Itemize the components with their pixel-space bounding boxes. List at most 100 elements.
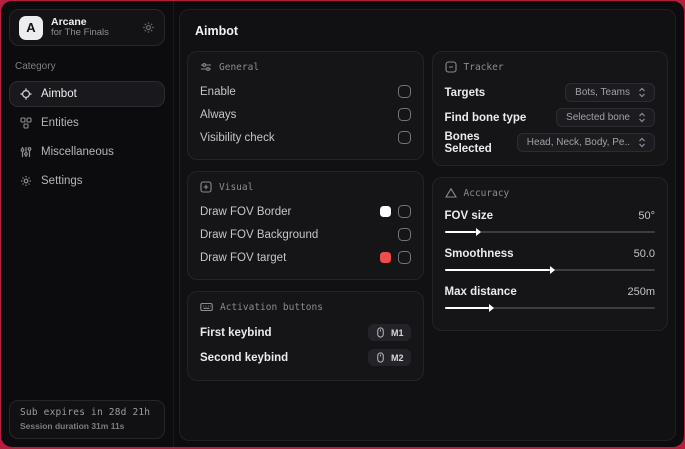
visibility-check-checkbox[interactable] [397,131,411,144]
setting-row-second-keybind: Second keybind M2 [200,345,411,370]
gear-icon [20,175,32,187]
main-panel: Aimbot General Enable Always Visibility … [179,9,676,441]
fov-size-value: 50° [638,210,655,222]
accuracy-card-header: Accuracy [444,187,656,199]
bones-selected-dropdown[interactable]: Head, Neck, Body, Pe.. [516,133,655,152]
sidebar: A Arcane for The Finals Category Aimbot … [1,1,174,447]
second-keybind-button[interactable]: M2 [367,349,411,366]
sub-expiry-text: Sub expires in 28d 21h [20,407,151,418]
app-subtitle: for The Finals [51,27,109,39]
setting-row-visibility-check: Visibility check [200,126,411,149]
section-title: General [219,61,260,73]
setting-label: Second keybind [200,351,289,364]
setting-label: Targets [444,86,486,99]
sidebar-item-aimbot[interactable]: Aimbot [9,81,165,107]
smoothness-value: 50.0 [633,248,655,260]
setting-row-find-bone-type: Find bone type Selected bone [444,105,655,130]
right-column: Tracker Targets Bots, Teams Find bone ty… [431,51,668,392]
card-columns: General Enable Always Visibility check V… [187,51,668,392]
targets-dropdown[interactable]: Bots, Teams [565,83,655,102]
setting-row-targets: Targets Bots, Teams [444,80,655,105]
category-label: Category [15,61,56,72]
crosshair-icon [20,88,32,100]
fov-target-color-swatch[interactable] [379,252,391,263]
setting-row-max-distance: Max distance 250m [444,282,655,312]
general-card: General Enable Always Visibility check [187,51,424,160]
tracker-card-header: Tracker [444,61,656,73]
dropdown-value: Selected bone [566,112,630,123]
enable-checkbox[interactable] [397,85,411,98]
sidebar-nav: Aimbot Entities Miscellaneous Settings [9,81,165,197]
fov-size-slider[interactable] [444,228,655,236]
accuracy-card: Accuracy FOV size 50° Smoothness 50.0 Ma… [431,177,668,331]
brand-text: Arcane for The Finals [51,16,109,39]
sidebar-item-settings[interactable]: Settings [9,168,165,194]
fov-target-checkbox[interactable] [397,251,411,264]
fov-border-color-swatch[interactable] [379,206,391,217]
setting-row-first-keybind: First keybind M1 [200,320,411,345]
chevrons-up-down-icon [637,87,647,98]
setting-label: First keybind [200,326,272,339]
visual-card: Visual Draw FOV Border Draw FOV Backgrou… [187,171,424,280]
sidebar-item-entities[interactable]: Entities [9,110,165,136]
sidebar-item-label: Settings [41,175,83,187]
setting-label: Visibility check [200,131,275,144]
triangle-icon [444,187,457,199]
activation-card-header: Activation buttons [200,301,411,313]
mouse-icon [375,352,386,363]
setting-label: Enable [200,85,236,98]
left-column: General Enable Always Visibility check V… [187,51,424,392]
tracker-card: Tracker Targets Bots, Teams Find bone ty… [431,51,668,166]
sidebar-item-miscellaneous[interactable]: Miscellaneous [9,139,165,165]
section-title: Activation buttons [220,301,323,313]
sidebar-item-label: Aimbot [41,88,77,100]
setting-row-fov-target: Draw FOV target [200,246,411,269]
find-bone-type-dropdown[interactable]: Selected bone [556,108,655,127]
section-title: Tracker [463,61,504,73]
section-title: Accuracy [463,187,510,199]
chevrons-up-down-icon [637,137,647,148]
subscription-info-card: Sub expires in 28d 21h Session duration … [9,400,165,439]
slider-fill [444,266,556,274]
setting-label: Draw FOV Border [200,205,292,218]
first-keybind-button[interactable]: M1 [367,324,411,341]
setting-row-smoothness: Smoothness 50.0 [444,244,655,274]
max-distance-value: 250m [627,286,655,298]
fov-background-checkbox[interactable] [397,228,411,241]
setting-label: FOV size [444,210,494,222]
setting-row-fov-border: Draw FOV Border [200,200,411,223]
always-checkbox[interactable] [397,108,411,121]
setting-label: Draw FOV Background [200,228,319,241]
boxes-icon [20,117,32,129]
square-plus-icon [200,181,212,193]
setting-label: Smoothness [444,248,514,260]
square-minus-icon [444,61,457,73]
main-area: Aimbot General Enable Always Visibility … [174,1,684,447]
keybind-value: M2 [390,352,404,363]
setting-label: Always [200,108,237,121]
setting-row-fov-background: Draw FOV Background [200,223,411,246]
brand-card: A Arcane for The Finals [9,9,165,46]
setting-label: Draw FOV target [200,251,287,264]
visual-card-header: Visual [200,181,411,193]
setting-label: Bones Selected [444,130,492,155]
setting-row-bones-selected: Bones Selected Head, Neck, Body, Pe.. [444,130,655,155]
section-title: Visual [219,181,254,193]
app-logo: A [19,15,43,40]
sidebar-item-label: Miscellaneous [41,146,114,158]
setting-row-fov-size: FOV size 50° [444,206,655,236]
setting-row-enable: Enable [200,80,411,103]
fov-border-checkbox[interactable] [397,205,411,218]
setting-label: Max distance [444,286,517,298]
activation-card: Activation buttons First keybind M1 Seco… [187,291,424,381]
keyboard-icon [200,301,213,313]
sliders-horizontal-icon [200,61,212,73]
setting-label: Find bone type [444,111,527,124]
slider-fill [444,304,494,312]
page-title: Aimbot [195,24,239,38]
max-distance-slider[interactable] [444,304,655,312]
setting-row-always: Always [200,103,411,126]
smoothness-slider[interactable] [444,266,655,274]
gear-icon[interactable] [142,21,155,34]
dropdown-value: Bots, Teams [575,87,630,98]
